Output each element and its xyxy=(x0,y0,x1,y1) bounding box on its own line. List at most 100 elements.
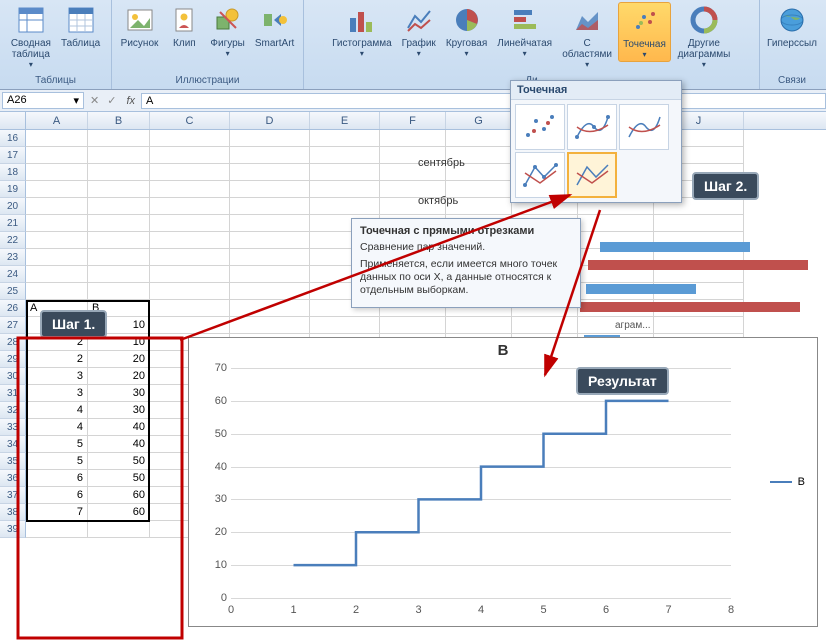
cell[interactable] xyxy=(230,181,310,198)
smartart-button[interactable]: SmartArt xyxy=(251,2,298,51)
cell[interactable] xyxy=(310,147,380,164)
cell[interactable] xyxy=(26,198,88,215)
row-header[interactable]: 21 xyxy=(0,215,26,232)
row-header[interactable]: 30 xyxy=(0,368,26,385)
cell[interactable] xyxy=(88,130,150,147)
cell[interactable]: 40 xyxy=(88,436,150,453)
cell[interactable] xyxy=(310,198,380,215)
scatter-straight-lines-markers[interactable] xyxy=(515,152,565,198)
column-header[interactable]: B xyxy=(88,112,150,129)
row-header[interactable]: 35 xyxy=(0,453,26,470)
cell[interactable] xyxy=(26,249,88,266)
cell[interactable] xyxy=(88,232,150,249)
cell[interactable] xyxy=(150,283,230,300)
cell[interactable]: 5 xyxy=(26,453,88,470)
row-header[interactable]: 23 xyxy=(0,249,26,266)
row-header[interactable]: 33 xyxy=(0,419,26,436)
cell[interactable]: 5 xyxy=(26,436,88,453)
cell[interactable]: 2 xyxy=(26,351,88,368)
cell[interactable] xyxy=(88,164,150,181)
row-header[interactable]: 17 xyxy=(0,147,26,164)
row-header[interactable]: 29 xyxy=(0,351,26,368)
cell[interactable]: 20 xyxy=(88,368,150,385)
cell[interactable] xyxy=(230,130,310,147)
column-header[interactable]: C xyxy=(150,112,230,129)
cell[interactable]: 6 xyxy=(26,487,88,504)
scatter-smooth-lines[interactable] xyxy=(619,104,669,150)
area-chart-button[interactable]: С областями▾ xyxy=(558,2,616,71)
cell[interactable] xyxy=(150,249,230,266)
row-header[interactable]: 18 xyxy=(0,164,26,181)
scatter-chart-button[interactable]: Точечная▾ xyxy=(618,2,671,62)
cell[interactable] xyxy=(26,130,88,147)
cell[interactable]: 60 xyxy=(88,504,150,521)
cell[interactable] xyxy=(150,266,230,283)
row-header[interactable]: 22 xyxy=(0,232,26,249)
cell[interactable] xyxy=(150,198,230,215)
cell[interactable] xyxy=(150,215,230,232)
fx-icon[interactable]: fx xyxy=(120,95,141,107)
cell[interactable]: 4 xyxy=(26,402,88,419)
cell[interactable] xyxy=(88,521,150,538)
row-header[interactable]: 39 xyxy=(0,521,26,538)
row-header[interactable]: 19 xyxy=(0,181,26,198)
chart[interactable]: B 010203040506070012345678 B xyxy=(188,337,818,627)
cell[interactable] xyxy=(578,215,654,232)
select-all-corner[interactable] xyxy=(0,112,26,129)
cell[interactable] xyxy=(26,521,88,538)
cell[interactable] xyxy=(26,283,88,300)
column-header[interactable]: A xyxy=(26,112,88,129)
cell[interactable]: 6 xyxy=(26,470,88,487)
formula-input[interactable]: A xyxy=(141,93,826,109)
cell[interactable] xyxy=(230,317,310,334)
column-header[interactable]: D xyxy=(230,112,310,129)
cell[interactable]: 50 xyxy=(88,453,150,470)
cell[interactable] xyxy=(88,215,150,232)
cell[interactable] xyxy=(230,232,310,249)
cell[interactable]: 20 xyxy=(88,351,150,368)
cell[interactable] xyxy=(230,164,310,181)
picture-button[interactable]: Рисунок xyxy=(117,2,163,51)
name-box[interactable]: A26▾ xyxy=(2,92,84,109)
cell[interactable] xyxy=(230,300,310,317)
cell[interactable] xyxy=(150,317,230,334)
cell[interactable] xyxy=(150,181,230,198)
cell[interactable] xyxy=(88,249,150,266)
other-charts-button[interactable]: Другие диаграммы▾ xyxy=(673,2,735,71)
cell[interactable] xyxy=(310,317,380,334)
cell[interactable] xyxy=(380,317,446,334)
cell[interactable] xyxy=(150,130,230,147)
cell[interactable] xyxy=(310,164,380,181)
pivot-table-button[interactable]: Сводная таблица ▾ xyxy=(7,2,55,71)
cell[interactable] xyxy=(512,317,578,334)
cell[interactable] xyxy=(230,266,310,283)
cell[interactable] xyxy=(446,130,512,147)
cell[interactable] xyxy=(654,215,744,232)
bar-chart-button[interactable]: Линейчатая▾ xyxy=(493,2,556,60)
row-header[interactable]: 36 xyxy=(0,470,26,487)
cell[interactable] xyxy=(26,164,88,181)
cell[interactable] xyxy=(26,147,88,164)
cell[interactable]: 50 xyxy=(88,470,150,487)
column-header[interactable]: G xyxy=(446,112,512,129)
clip-button[interactable]: Клип xyxy=(164,2,204,51)
row-header[interactable]: 25 xyxy=(0,283,26,300)
cell[interactable]: 3 xyxy=(26,385,88,402)
cell[interactable] xyxy=(230,198,310,215)
table-button[interactable]: Таблица xyxy=(57,2,104,51)
row-header[interactable]: 26 xyxy=(0,300,26,317)
cell[interactable] xyxy=(88,283,150,300)
cell[interactable]: 4 xyxy=(26,419,88,436)
row-header[interactable]: 20 xyxy=(0,198,26,215)
hyperlink-button[interactable]: Гиперссыл xyxy=(763,2,821,51)
cell[interactable] xyxy=(230,283,310,300)
cell[interactable]: 60 xyxy=(88,487,150,504)
row-header[interactable]: 27 xyxy=(0,317,26,334)
cell[interactable] xyxy=(230,147,310,164)
histogram-button[interactable]: Гистограмма▾ xyxy=(328,2,396,60)
cell[interactable] xyxy=(150,164,230,181)
line-chart-button[interactable]: График▾ xyxy=(398,2,440,60)
cell[interactable] xyxy=(150,300,230,317)
scatter-straight-lines[interactable] xyxy=(567,152,617,198)
cell[interactable] xyxy=(230,215,310,232)
